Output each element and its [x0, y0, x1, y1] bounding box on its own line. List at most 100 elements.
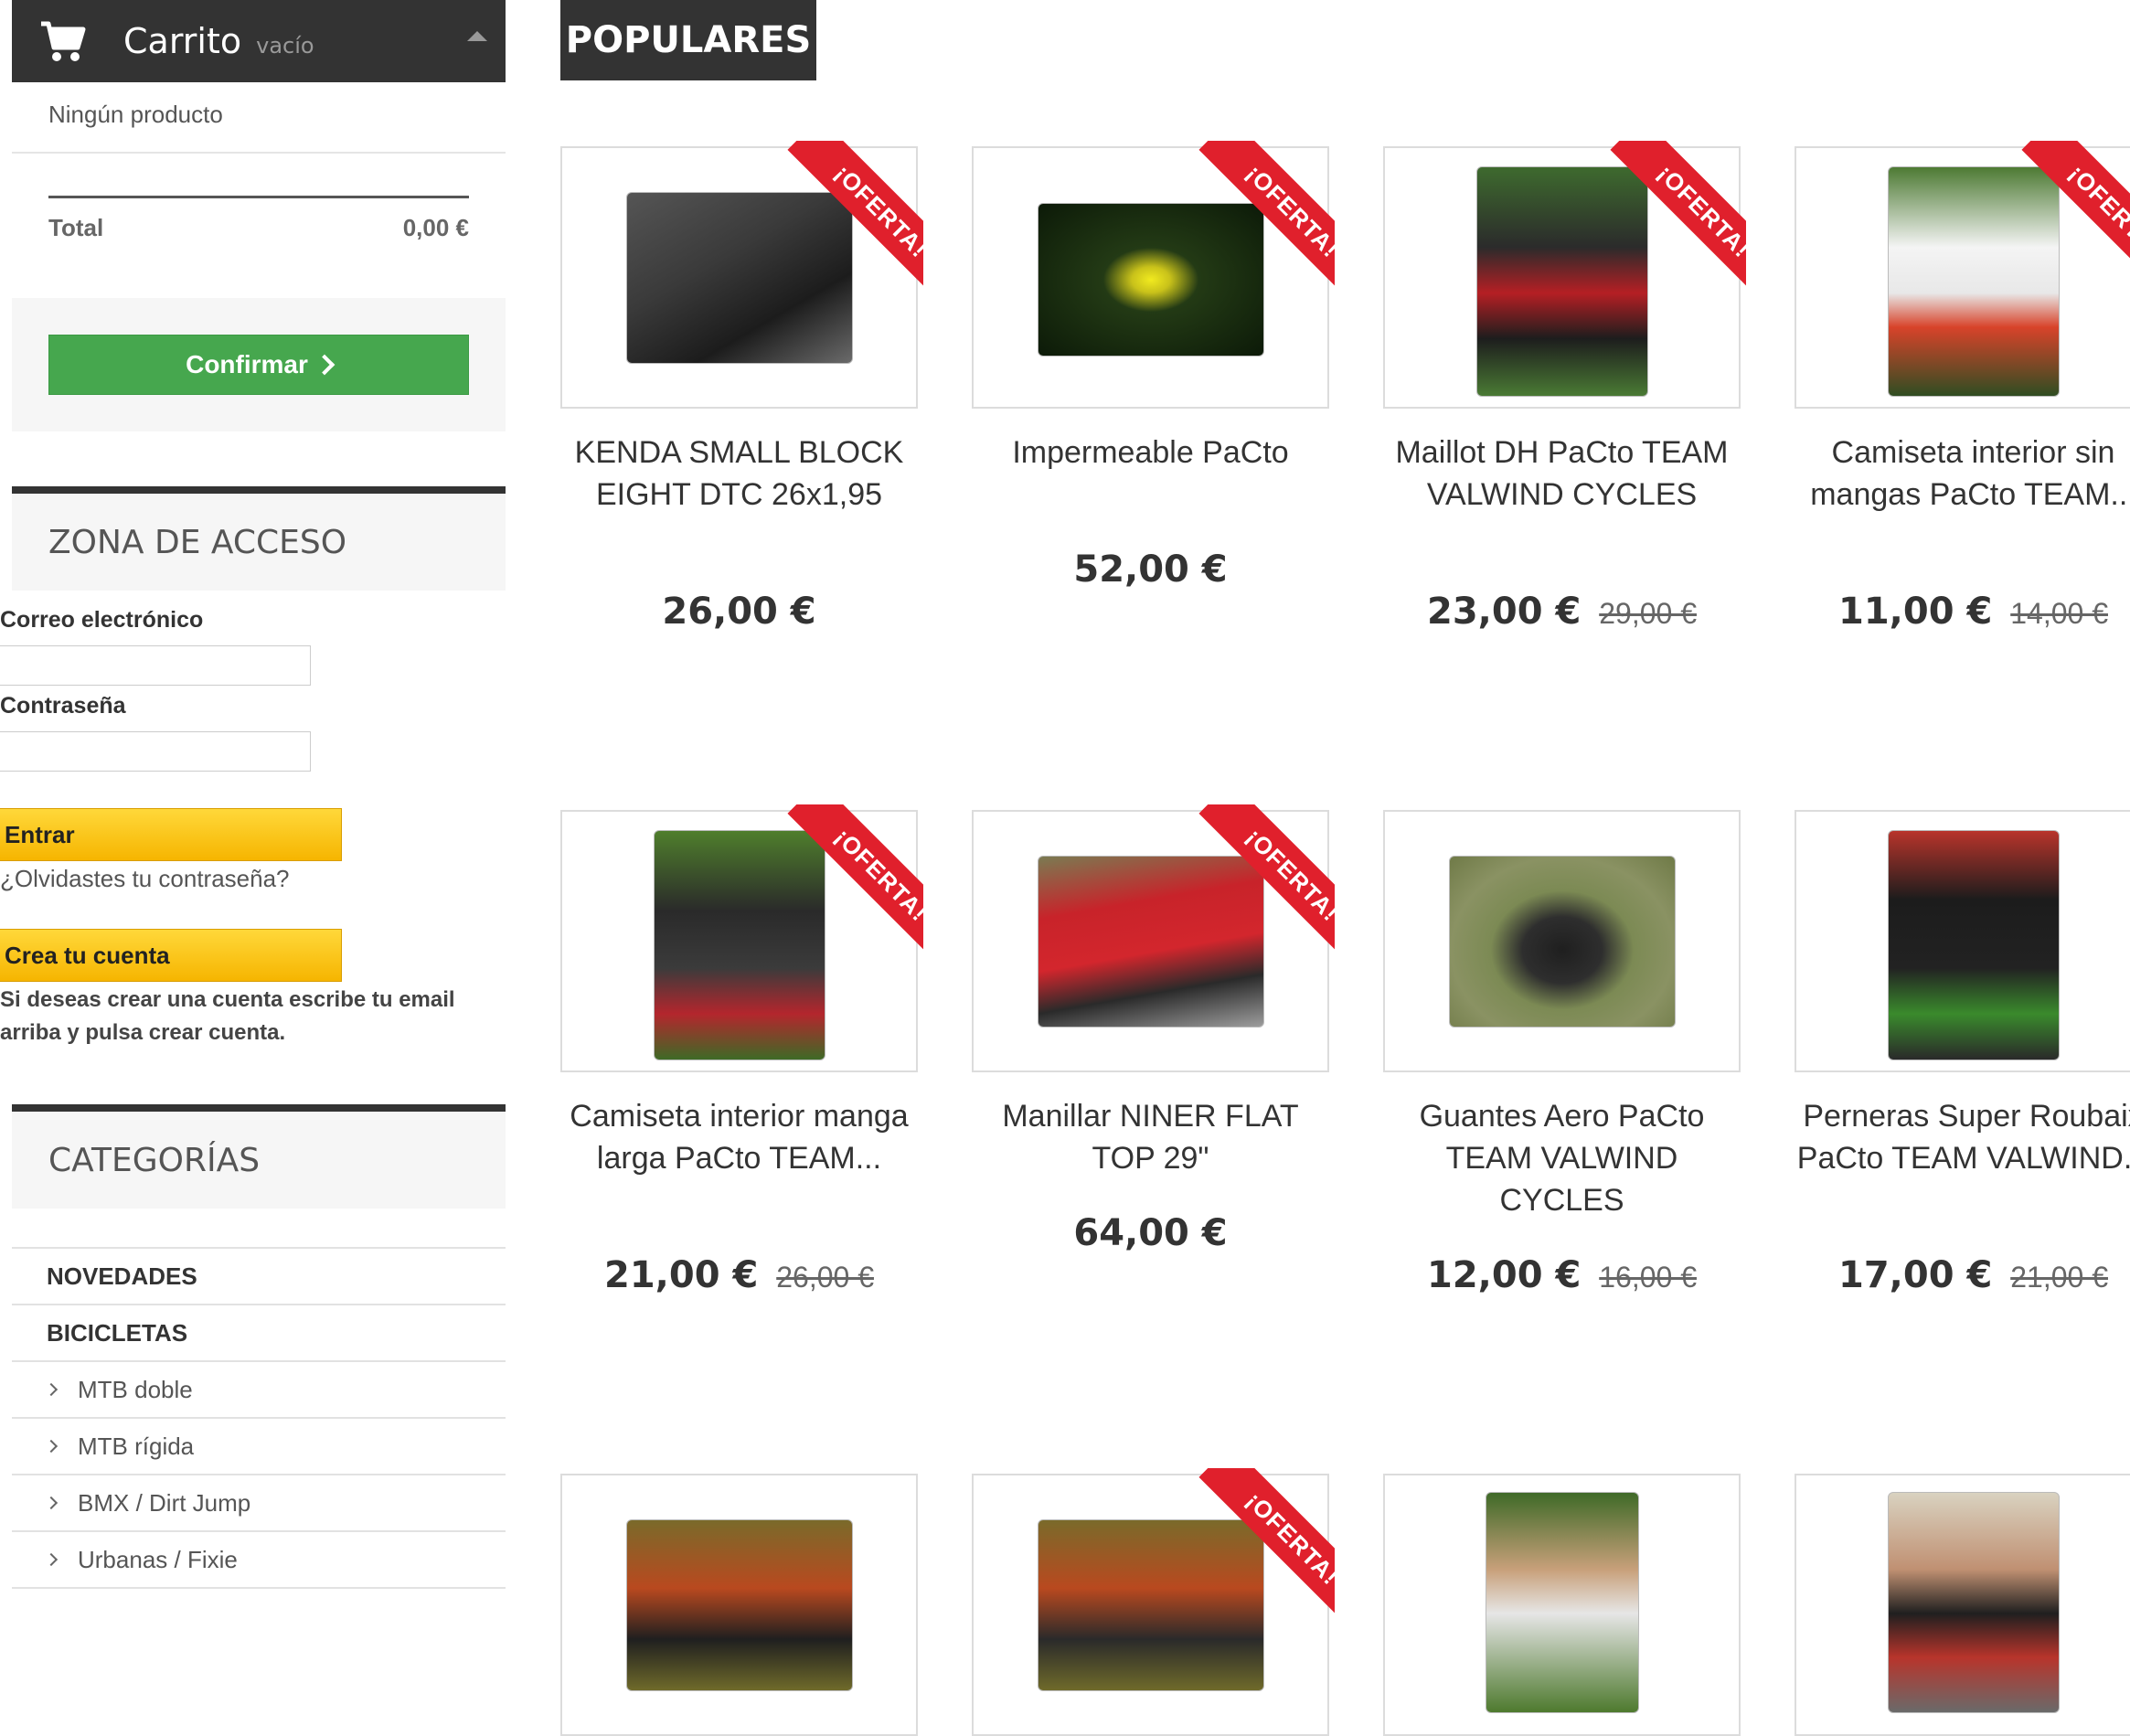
product-photo: [1449, 856, 1676, 1028]
offer-ribbon: ¡OFERTA!: [768, 141, 923, 296]
cart-title: Carrito: [123, 21, 242, 61]
category-item-urbanas[interactable]: Urbanas / Fixie: [12, 1532, 506, 1589]
product-price: 26,00 €: [560, 591, 918, 633]
product-image-card[interactable]: ¡OFERTA!: [1795, 141, 2130, 409]
product-image-card[interactable]: ¡OFERTA!: [560, 141, 923, 409]
product-name[interactable]: Impermeable PaCto: [972, 431, 1329, 474]
product-price: 11,00 € 14,00 €: [1795, 591, 2130, 633]
current-price: 17,00 €: [1838, 1254, 1993, 1296]
category-item-bmx[interactable]: BMX / Dirt Jump: [12, 1475, 506, 1532]
current-price: 52,00 €: [1073, 548, 1228, 591]
current-price: 23,00 €: [1427, 591, 1582, 633]
product-image-card[interactable]: [1383, 810, 1741, 1072]
product-name[interactable]: Camiseta interior sin mangas PaCto TEAM.…: [1795, 431, 2130, 516]
chevron-right-icon: [44, 1552, 59, 1567]
product-price: 12,00 € 16,00 €: [1383, 1254, 1741, 1296]
category-label: MTB rígida: [78, 1432, 195, 1460]
product-name[interactable]: KENDA SMALL BLOCK EIGHT DTC 26x1,95: [560, 431, 918, 516]
product-name[interactable]: Guantes Aero PaCto TEAM VALWIND CYCLES: [1383, 1095, 1741, 1221]
product-name[interactable]: Manillar NINER FLAT TOP 29": [972, 1095, 1329, 1179]
product-name[interactable]: Maillot DH PaCto TEAM VALWIND CYCLES: [1383, 431, 1741, 516]
forgot-password-link[interactable]: ¿Olvidastes tu contraseña?: [0, 865, 290, 893]
chevron-right-icon: [44, 1496, 59, 1510]
offer-ribbon: ¡OFERTA!: [768, 804, 923, 960]
create-account-button[interactable]: Crea tu cuenta: [0, 929, 342, 982]
current-price: 12,00 €: [1427, 1254, 1582, 1296]
product-price: 21,00 € 26,00 €: [560, 1254, 918, 1296]
categories-heading: CATEGORÍAS: [12, 1112, 506, 1209]
product-photo: [626, 1519, 853, 1691]
email-label: Correo electrónico: [0, 607, 204, 633]
offer-ribbon: ¡OFERTA!: [1591, 141, 1746, 296]
divider: [48, 196, 469, 198]
product-price: 52,00 €: [972, 548, 1329, 591]
product-image-card[interactable]: [1795, 810, 2130, 1072]
email-input[interactable]: [0, 645, 311, 686]
old-price: 21,00 €: [2010, 1261, 2108, 1294]
product-image-card[interactable]: ¡OFERTA!: [972, 804, 1335, 1072]
confirm-button-label: Confirmar: [186, 350, 308, 378]
left-sidebar: Carrito vacío Ningún producto Total 0,00…: [0, 0, 507, 1611]
offer-ribbon: ¡OFERTA!: [2002, 141, 2130, 296]
product-image-card[interactable]: ¡OFERTA!: [560, 804, 923, 1072]
product-image-card[interactable]: ¡OFERTA!: [972, 1468, 1335, 1736]
product-image-card[interactable]: ¡OFERTA!: [1383, 141, 1746, 409]
password-input[interactable]: [0, 731, 311, 772]
product-name[interactable]: Perneras Super Roubaix PaCto TEAM VALWIN…: [1795, 1095, 2130, 1179]
confirm-button[interactable]: Confirmar: [48, 335, 469, 395]
old-price: 26,00 €: [776, 1261, 874, 1294]
category-item-novedades[interactable]: NOVEDADES: [12, 1249, 506, 1305]
cart-header[interactable]: Carrito vacío: [12, 0, 506, 82]
current-price: 11,00 €: [1838, 591, 1993, 633]
product-image-card[interactable]: [1383, 1474, 1741, 1736]
category-label: BMX / Dirt Jump: [78, 1488, 251, 1517]
product-image-card[interactable]: [560, 1474, 918, 1736]
product-photo: [1888, 830, 2060, 1060]
category-label: MTB doble: [78, 1375, 193, 1403]
current-price: 26,00 €: [662, 591, 816, 633]
current-price: 21,00 €: [604, 1254, 759, 1296]
product-photo: [1888, 1492, 2060, 1713]
product-photo: [1486, 1492, 1639, 1713]
offer-badge: ¡OFERTA!: [1198, 1468, 1335, 1624]
category-item-bicicletas[interactable]: BICICLETAS: [12, 1305, 506, 1362]
product-image-card[interactable]: ¡OFERTA!: [972, 141, 1335, 409]
offer-badge: ¡OFERTA!: [1610, 141, 1746, 296]
password-label: Contraseña: [0, 693, 126, 719]
product-price: 64,00 €: [972, 1212, 1329, 1254]
cart-total-label: Total: [48, 214, 104, 241]
login-heading: ZONA DE ACCESO: [12, 494, 506, 591]
offer-badge: ¡OFERTA!: [1198, 804, 1335, 960]
product-price: 23,00 € 29,00 €: [1383, 591, 1741, 633]
product-name[interactable]: Camiseta interior manga larga PaCto TEAM…: [560, 1095, 918, 1179]
category-label: Urbanas / Fixie: [78, 1545, 238, 1573]
login-button[interactable]: Entrar: [0, 808, 342, 861]
chevron-right-icon: [44, 1439, 59, 1454]
create-account-note: Si deseas crear una cuenta escribe tu em…: [0, 987, 455, 1045]
offer-badge: ¡OFERTA!: [2021, 141, 2130, 296]
offer-badge: ¡OFERTA!: [1198, 141, 1335, 296]
product-image-card[interactable]: [1795, 1474, 2130, 1736]
offer-ribbon: ¡OFERTA!: [1179, 804, 1335, 960]
category-label: BICICLETAS: [47, 1318, 188, 1347]
cart-total-value: 0,00 €: [402, 214, 469, 241]
cart-confirm-area: Confirmar: [12, 298, 506, 431]
category-item-mtb-doble[interactable]: MTB doble: [12, 1362, 506, 1419]
chevron-right-icon: [314, 354, 335, 376]
old-price: 29,00 €: [1599, 597, 1697, 630]
shopping-cart-icon: [41, 21, 86, 61]
offer-ribbon: ¡OFERTA!: [1179, 1468, 1335, 1624]
category-label: NOVEDADES: [47, 1262, 197, 1290]
cart-status: vacío: [256, 33, 314, 59]
caret-up-icon[interactable]: [467, 31, 487, 41]
offer-badge: ¡OFERTA!: [787, 804, 923, 960]
product-price: 17,00 € 21,00 €: [1795, 1254, 2130, 1296]
old-price: 16,00 €: [1599, 1261, 1697, 1294]
old-price: 14,00 €: [2010, 597, 2108, 630]
section-divider: [12, 1104, 506, 1112]
category-item-mtb-rigida[interactable]: MTB rígida: [12, 1419, 506, 1475]
offer-ribbon: ¡OFERTA!: [1179, 141, 1335, 296]
offer-badge: ¡OFERTA!: [787, 141, 923, 296]
divider: [12, 152, 506, 154]
chevron-right-icon: [44, 1382, 59, 1397]
